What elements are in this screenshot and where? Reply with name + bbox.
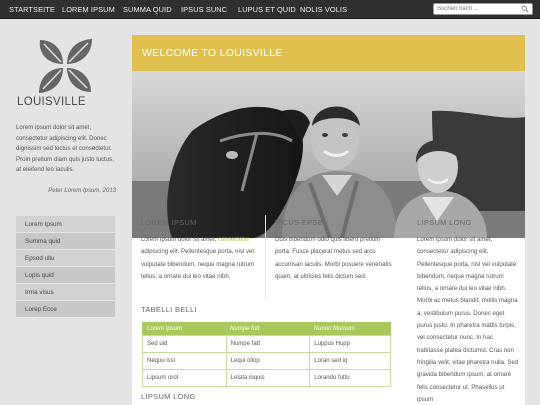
top-nav-bar: STARTSEITE LOREM IPSUM SUMMA QUID IPSUS …: [0, 0, 540, 19]
table-cell: Loran sed iq: [309, 352, 391, 370]
table-cell: Sed uid: [142, 335, 227, 353]
side-menu-item-lopis-quid[interactable]: Lopis quid: [16, 267, 115, 284]
nav-item-lorem-ipsum[interactable]: LOREM IPSUM: [62, 0, 115, 19]
data-table: Lorem Ipsum Numpe futt Nunon Mumum Sed u…: [142, 322, 391, 387]
hero-photo: [132, 71, 525, 238]
table-header-row: Lorem Ipsum Numpe futt Nunon Mumum: [142, 322, 391, 336]
intro-signature: Peter Lorem Ipsum, 2013: [48, 188, 116, 194]
search-icon[interactable]: [521, 5, 529, 13]
nav-item-ipsus-sunc[interactable]: IPSUS SUNC: [181, 0, 227, 19]
side-menu-item-epsod-ullu[interactable]: Epsod ullu: [16, 250, 115, 267]
side-menu: Lorem Ipsum Summa quid Epsod ullu Lopis …: [16, 216, 115, 318]
col1-title: LOREM IPSUM: [141, 218, 197, 227]
table-cell: Letata inquis: [225, 369, 311, 387]
four-leaf-logo-icon: [39, 39, 92, 93]
nav-item-lupus-et-quid[interactable]: LUPUS ET QUID: [238, 0, 296, 19]
column-divider: [265, 215, 266, 299]
col3-title: LIPSUM LONG: [417, 218, 472, 227]
table-header-cell: Lorem Ipsum: [142, 322, 227, 336]
col2-title: VICUS EPSE: [275, 218, 324, 227]
col3-text: Lorem ipsum dolor sit amet, consectetur …: [417, 236, 519, 403]
table-cell: Lipsum orot: [142, 369, 227, 387]
table-cell: Nequu issi: [142, 352, 227, 370]
welcome-banner: WELCOME TO LOUISVILLE: [132, 35, 525, 71]
col1-text: Lorem ipsum dolor sit amet, consectetur …: [141, 236, 255, 280]
table-row: Lipsum orot Letata inquis Lorando futtu: [142, 369, 391, 387]
table-row: Sed uid Numpe fatt Luppus Hupp: [142, 335, 391, 353]
table-header-cell: Nunon Mumum: [309, 322, 391, 336]
bottom-section-title: LIPSUM LONG: [141, 392, 196, 401]
table-cell: Lequi ollop: [225, 352, 311, 370]
side-menu-item-lorep-ecce[interactable]: Lorep Ecce: [16, 301, 115, 318]
intro-text: Lorem ipsum dolor sit amet, consectetur …: [16, 124, 114, 174]
brand-logo[interactable]: [34, 36, 96, 96]
table-row: Nequu issi Lequi ollop Loran sed iq: [142, 352, 391, 370]
nav-item-nolis-volis[interactable]: NOLIS VOLIS: [300, 0, 347, 19]
col2-text: Duis bibendum odio quis libero pretium p…: [275, 236, 392, 280]
nav-item-summa-quid[interactable]: SUMMA QUID: [123, 0, 172, 19]
brand-name[interactable]: LOUISVILLE: [17, 96, 117, 108]
search-box: [433, 3, 533, 15]
nav-item-startseite[interactable]: STARTSEITE: [9, 0, 55, 19]
col1-link[interactable]: consectetur: [218, 236, 250, 243]
hero-image: [132, 71, 525, 238]
table-cell: Lorando futtu: [309, 369, 391, 387]
table-cell: Numpe fatt: [225, 335, 311, 353]
side-menu-item-irma-visus[interactable]: Irma visus: [16, 284, 115, 301]
side-menu-item-summa-quid[interactable]: Summa quid: [16, 233, 115, 250]
table-header-cell: Numpe futt: [226, 322, 310, 336]
side-menu-item-lorem-ipsum[interactable]: Lorem Ipsum: [16, 216, 115, 233]
search-input[interactable]: [437, 4, 519, 14]
table-cell: Luppus Hupp: [309, 335, 391, 353]
table-title: TABELLI BELLI: [141, 305, 197, 314]
